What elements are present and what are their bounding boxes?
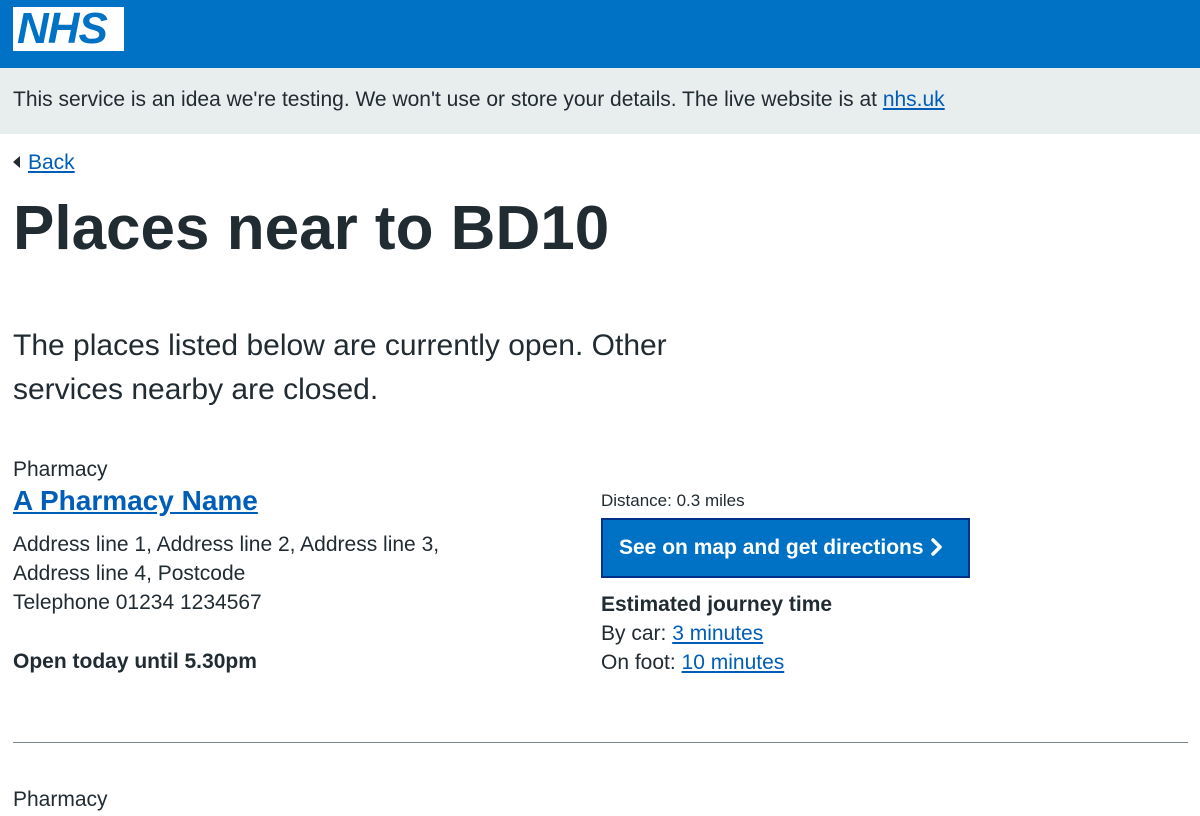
page-title: Places near to BD10 xyxy=(13,194,610,263)
back-link[interactable]: Back xyxy=(13,149,75,177)
chevron-right-icon xyxy=(930,522,944,578)
see-on-map-button[interactable]: See on map and get directions xyxy=(601,518,970,578)
site-header: NHS xyxy=(0,0,1200,68)
by-car-link[interactable]: 3 minutes xyxy=(672,622,763,645)
see-on-map-button-label: See on map and get directions xyxy=(619,536,924,559)
on-foot-link[interactable]: 10 minutes xyxy=(682,651,785,674)
address-text: Address line 1, Address line 2, Address … xyxy=(13,533,440,585)
distance-text: Distance: 0.3 miles xyxy=(601,491,745,510)
nhs-logo[interactable]: NHS xyxy=(13,4,124,53)
opening-status: Open today until 5.30pm xyxy=(13,650,257,673)
chevron-left-icon xyxy=(13,156,20,168)
telephone-text: Telephone 01234 1234567 xyxy=(13,591,262,614)
by-car-label: By car: xyxy=(601,622,673,645)
prototype-banner-text: This service is an idea we're testing. W… xyxy=(13,86,945,114)
result-divider xyxy=(13,742,1188,743)
journey-by-car: By car: 3 minutes xyxy=(601,620,763,648)
banner-message: This service is an idea we're testing. W… xyxy=(13,88,883,111)
nhs-uk-link[interactable]: nhs.uk xyxy=(883,88,945,111)
journey-on-foot: On foot: 10 minutes xyxy=(601,649,784,677)
back-link-label[interactable]: Back xyxy=(28,151,75,174)
journey-time-heading: Estimated journey time xyxy=(601,593,833,616)
place-name-link[interactable]: A Pharmacy Name xyxy=(13,483,258,519)
on-foot-label: On foot: xyxy=(601,651,682,674)
result-type: Pharmacy xyxy=(13,788,108,811)
address-block: Address line 1, Address line 2, Address … xyxy=(13,530,493,617)
result-type: Pharmacy xyxy=(13,458,108,481)
nhs-logo-text: NHS xyxy=(17,4,108,53)
lead-paragraph: The places listed below are currently op… xyxy=(13,329,667,406)
